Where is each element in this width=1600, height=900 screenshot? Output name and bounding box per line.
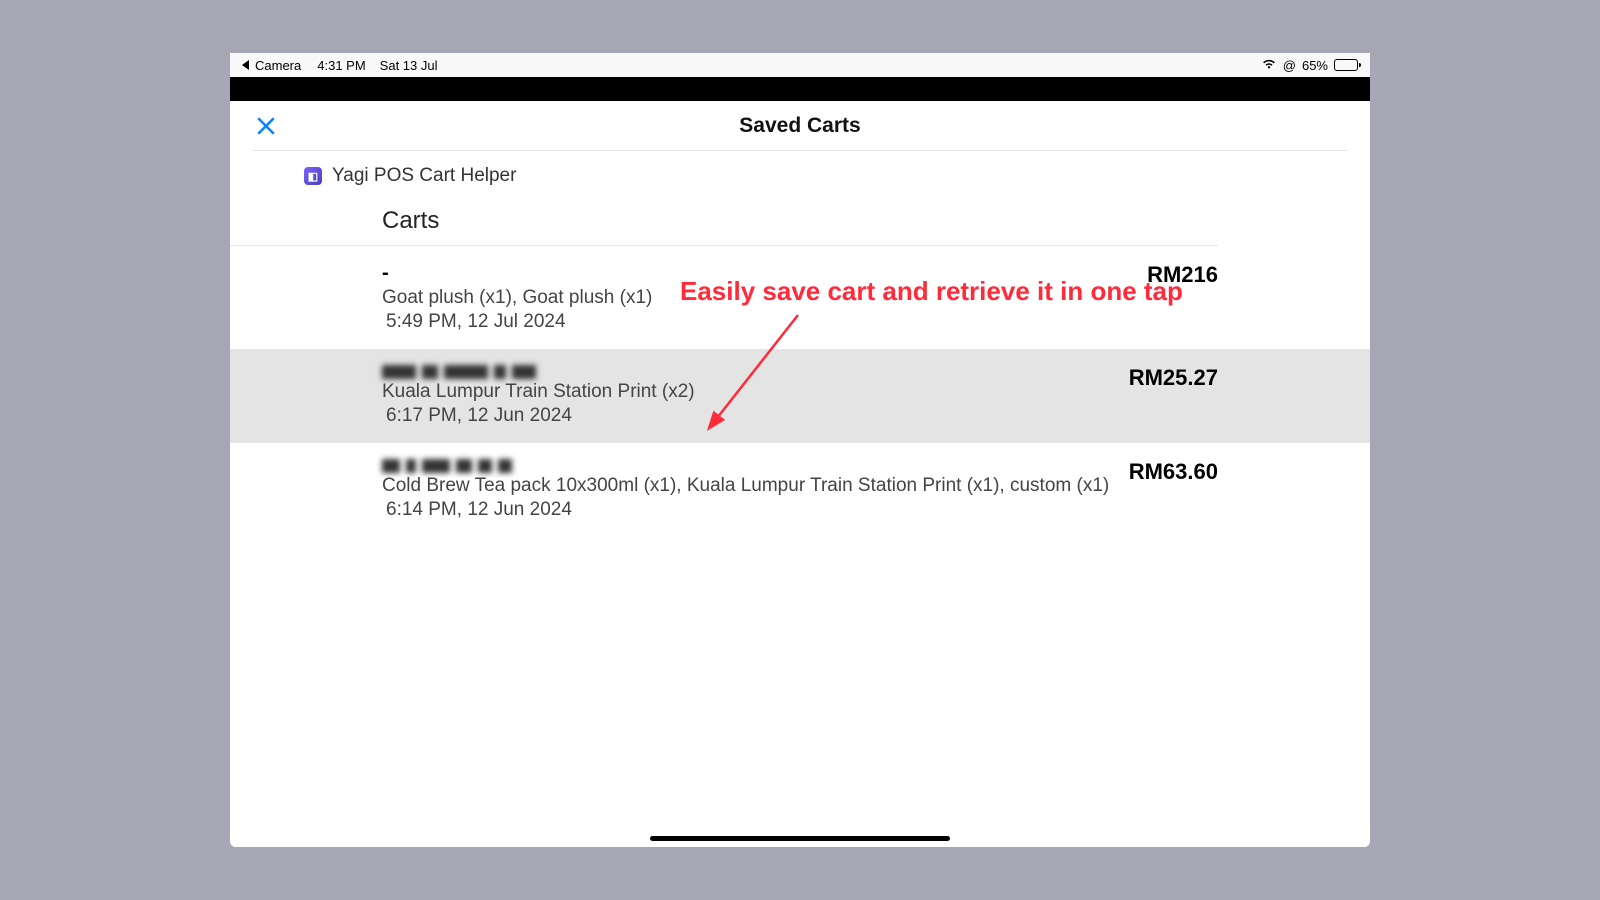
cart-items: Goat plush (x1), Goat plush (x1): [382, 287, 652, 309]
close-button[interactable]: [252, 112, 280, 140]
status-date: Sat 13 Jul: [380, 58, 438, 73]
app-name-label: Yagi POS Cart Helper: [332, 165, 516, 187]
orientation-lock-icon: @: [1283, 58, 1296, 73]
cart-row[interactable]: - Goat plush (x1), Goat plush (x1) 5:49 …: [230, 246, 1370, 349]
cart-timestamp: 6:17 PM, 12 Jun 2024: [382, 405, 695, 427]
cart-name-redacted: [382, 365, 695, 379]
battery-icon: [1334, 59, 1358, 71]
sheet-title: Saved Carts: [739, 114, 860, 138]
app-icon: ◧: [304, 167, 322, 185]
status-time: 4:31 PM: [317, 58, 365, 73]
tablet-frame: Camera 4:31 PM Sat 13 Jul @ 65% Saved Ca…: [230, 53, 1370, 847]
home-indicator[interactable]: [650, 836, 950, 841]
cart-timestamp: 5:49 PM, 12 Jul 2024: [382, 311, 652, 333]
cart-price: RM216: [1147, 262, 1218, 333]
wifi-icon: [1261, 58, 1277, 73]
cart-items: Cold Brew Tea pack 10x300ml (x1), Kuala …: [382, 475, 1109, 497]
cart-name: -: [382, 262, 652, 285]
sheet-header: Saved Carts: [252, 101, 1348, 151]
back-chevron-icon[interactable]: [242, 60, 249, 70]
app-background-strip: [230, 77, 1370, 101]
cart-items: Kuala Lumpur Train Station Print (x2): [382, 381, 695, 403]
cart-row[interactable]: Kuala Lumpur Train Station Print (x2) 6:…: [230, 349, 1370, 443]
status-bar: Camera 4:31 PM Sat 13 Jul @ 65%: [230, 53, 1370, 77]
cart-price: RM25.27: [1129, 365, 1218, 427]
cart-row[interactable]: Cold Brew Tea pack 10x300ml (x1), Kuala …: [230, 443, 1370, 537]
cart-price: RM63.60: [1129, 459, 1218, 521]
battery-pct: 65%: [1302, 58, 1328, 73]
modal-sheet: Saved Carts ◧ Yagi POS Cart Helper Carts…: [230, 101, 1370, 847]
back-app-label[interactable]: Camera: [255, 58, 301, 73]
cart-name-redacted: [382, 459, 1109, 473]
cart-timestamp: 6:14 PM, 12 Jun 2024: [382, 499, 1109, 521]
cart-list: - Goat plush (x1), Goat plush (x1) 5:49 …: [230, 246, 1370, 537]
app-identifier-row: ◧ Yagi POS Cart Helper: [230, 151, 1370, 201]
section-heading: Carts: [230, 201, 1218, 246]
